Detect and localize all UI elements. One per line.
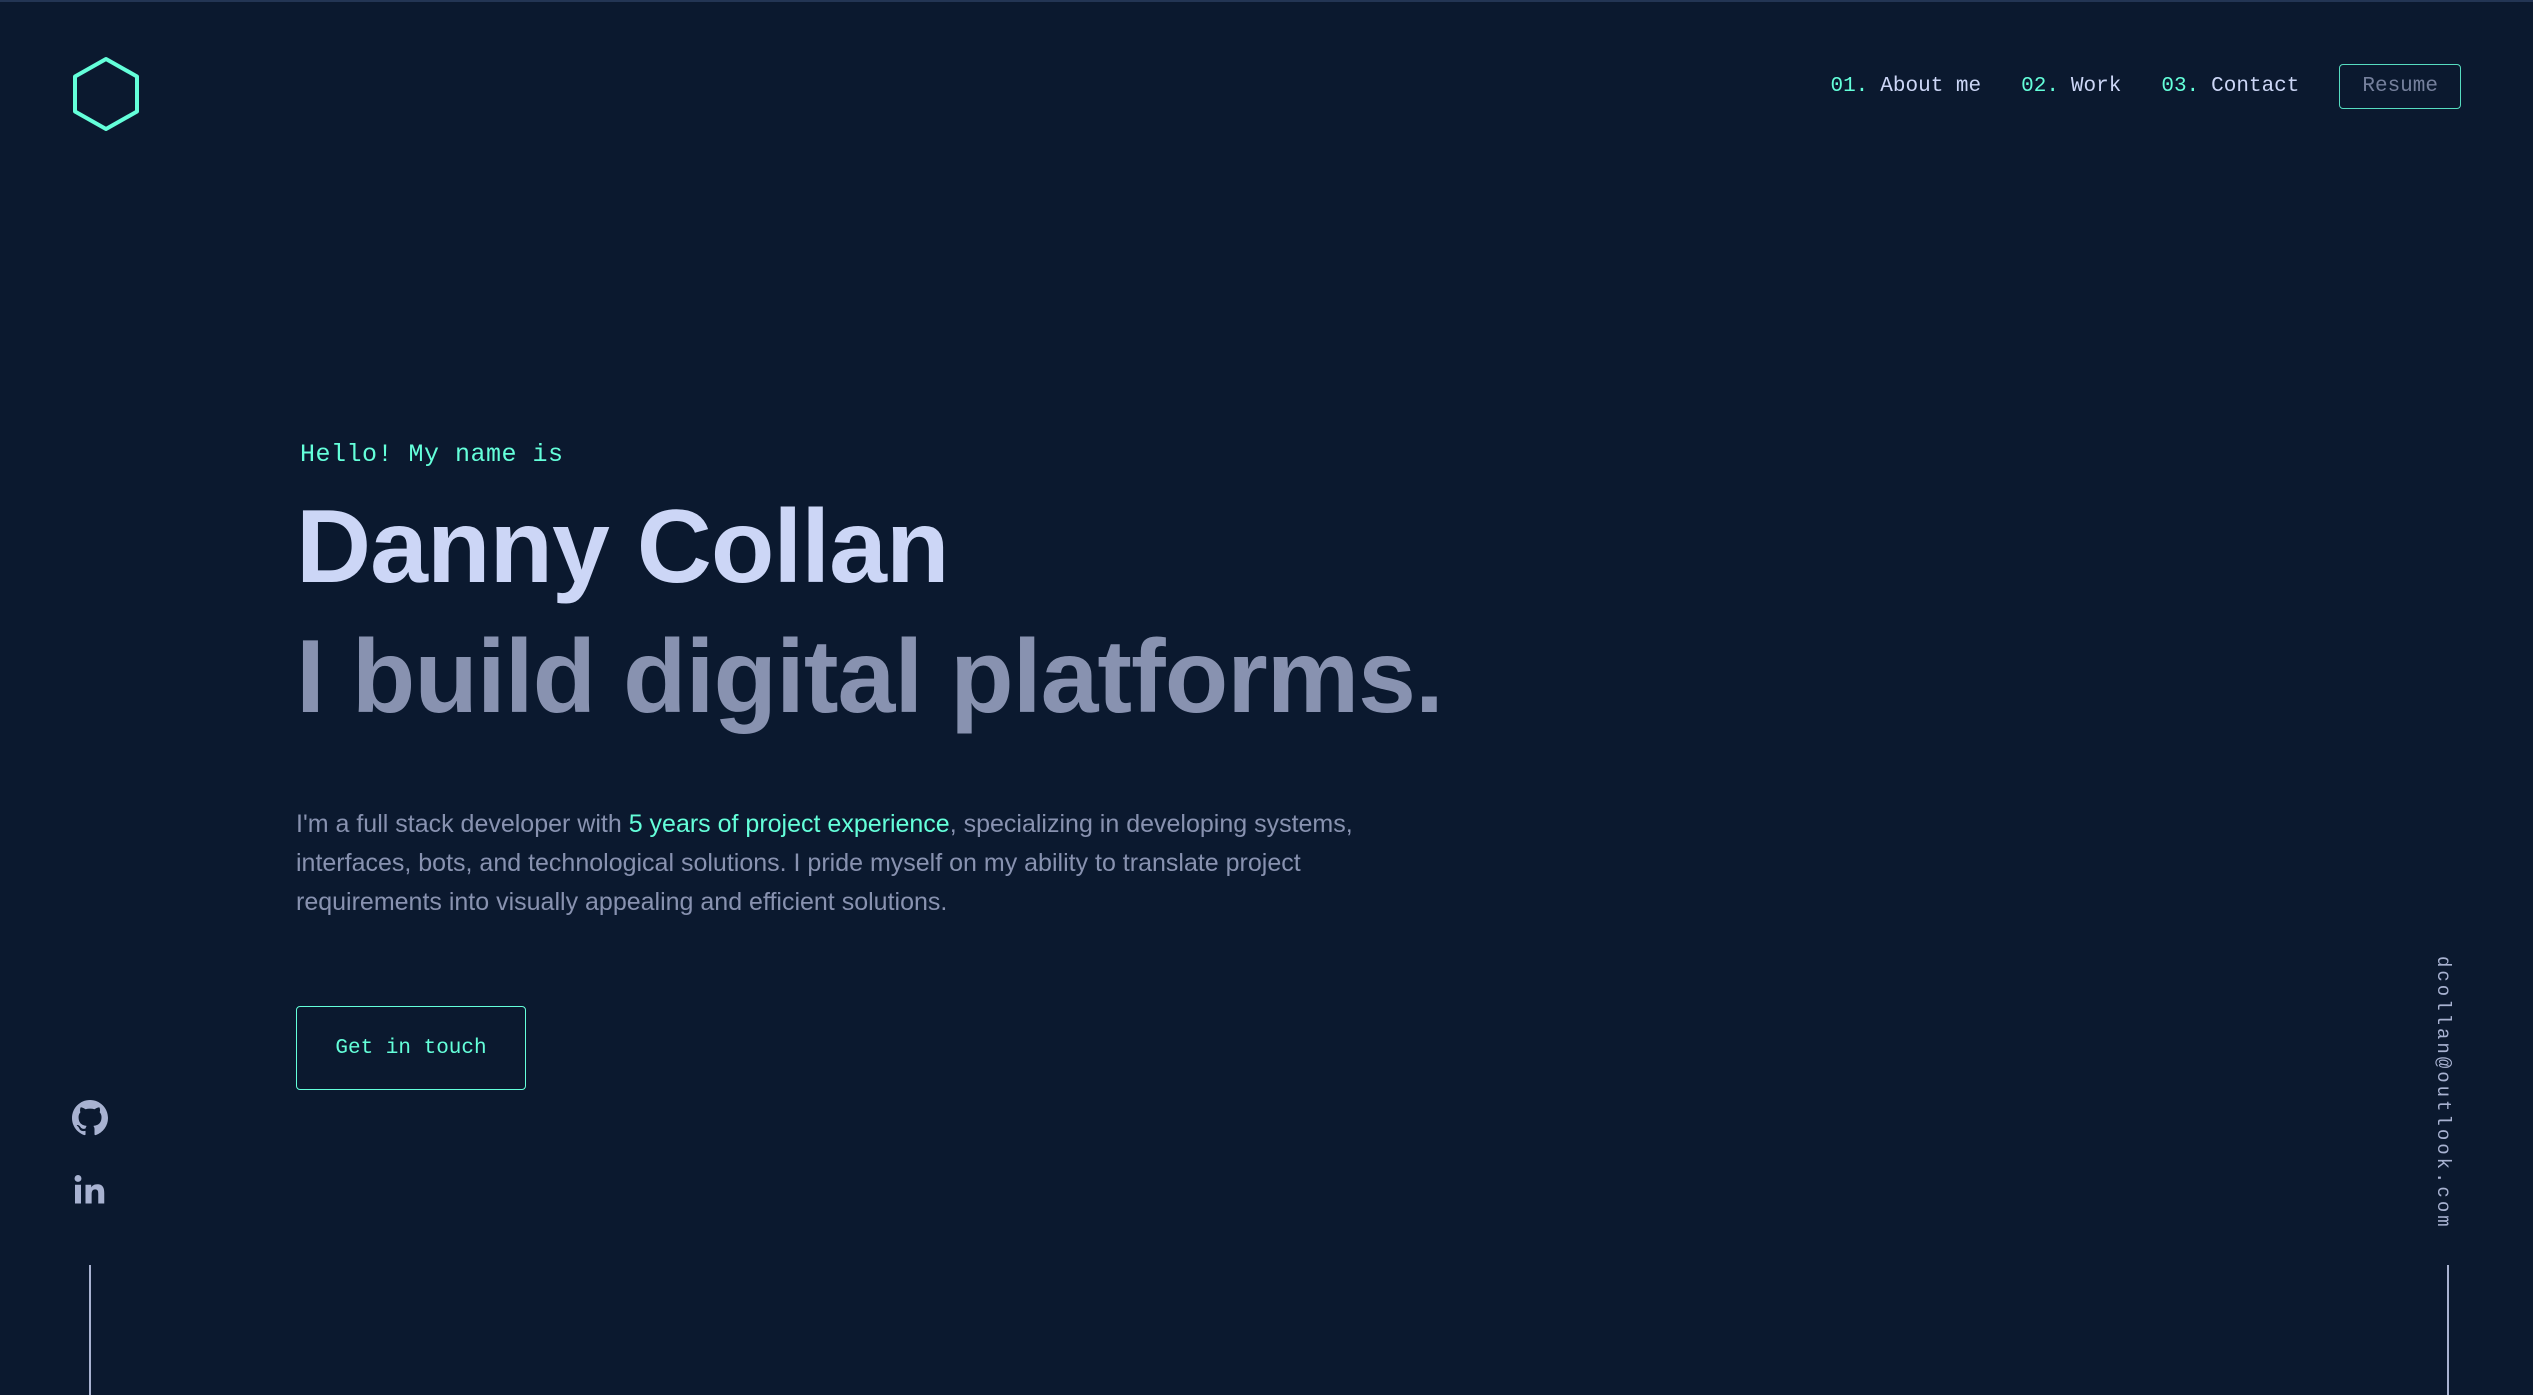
linkedin-link[interactable] <box>72 1172 108 1208</box>
hero-bio: I'm a full stack developer with 5 years … <box>296 805 1446 922</box>
bio-highlight: 5 years of project experience <box>628 810 950 838</box>
get-in-touch-button[interactable]: Get in touch <box>296 1006 526 1090</box>
github-link[interactable] <box>72 1100 108 1136</box>
hero-tagline: I build digital platforms. <box>296 619 1444 735</box>
github-icon <box>72 1100 108 1136</box>
nav-contact-link[interactable]: 03. Contact <box>2161 75 2299 98</box>
resume-button[interactable]: Resume <box>2339 63 2461 109</box>
top-border <box>0 0 2533 2</box>
social-links <box>72 1100 108 1208</box>
hexagon-logo-icon[interactable] <box>70 56 142 132</box>
linkedin-icon <box>74 1175 105 1204</box>
main-nav: 01. About me 02. Work 03. Contact Resume <box>1830 63 2461 109</box>
email-link[interactable]: dcollan@outlook.com <box>2432 956 2454 1230</box>
nav-work-link[interactable]: 02. Work <box>2021 75 2121 98</box>
nav-work-label: Work <box>2070 74 2122 98</box>
nav-work-number: 02. <box>2021 74 2059 98</box>
hero-greeting: Hello! My name is <box>300 440 564 469</box>
left-vertical-line <box>89 1265 91 1395</box>
nav-about-number: 01. <box>1830 74 1869 98</box>
right-vertical-line <box>2447 1265 2449 1395</box>
bio-text-start: I'm a full stack developer with <box>296 810 629 838</box>
nav-about-label: About me <box>1880 74 1982 98</box>
hero-section: Hello! My name is Danny Collan I build d… <box>296 440 1496 922</box>
nav-contact-label: Contact <box>2211 74 2300 98</box>
hero-name: Danny Collan <box>296 489 950 605</box>
nav-about-link[interactable]: 01. About me <box>1830 75 1981 98</box>
nav-contact-number: 03. <box>2161 74 2200 98</box>
